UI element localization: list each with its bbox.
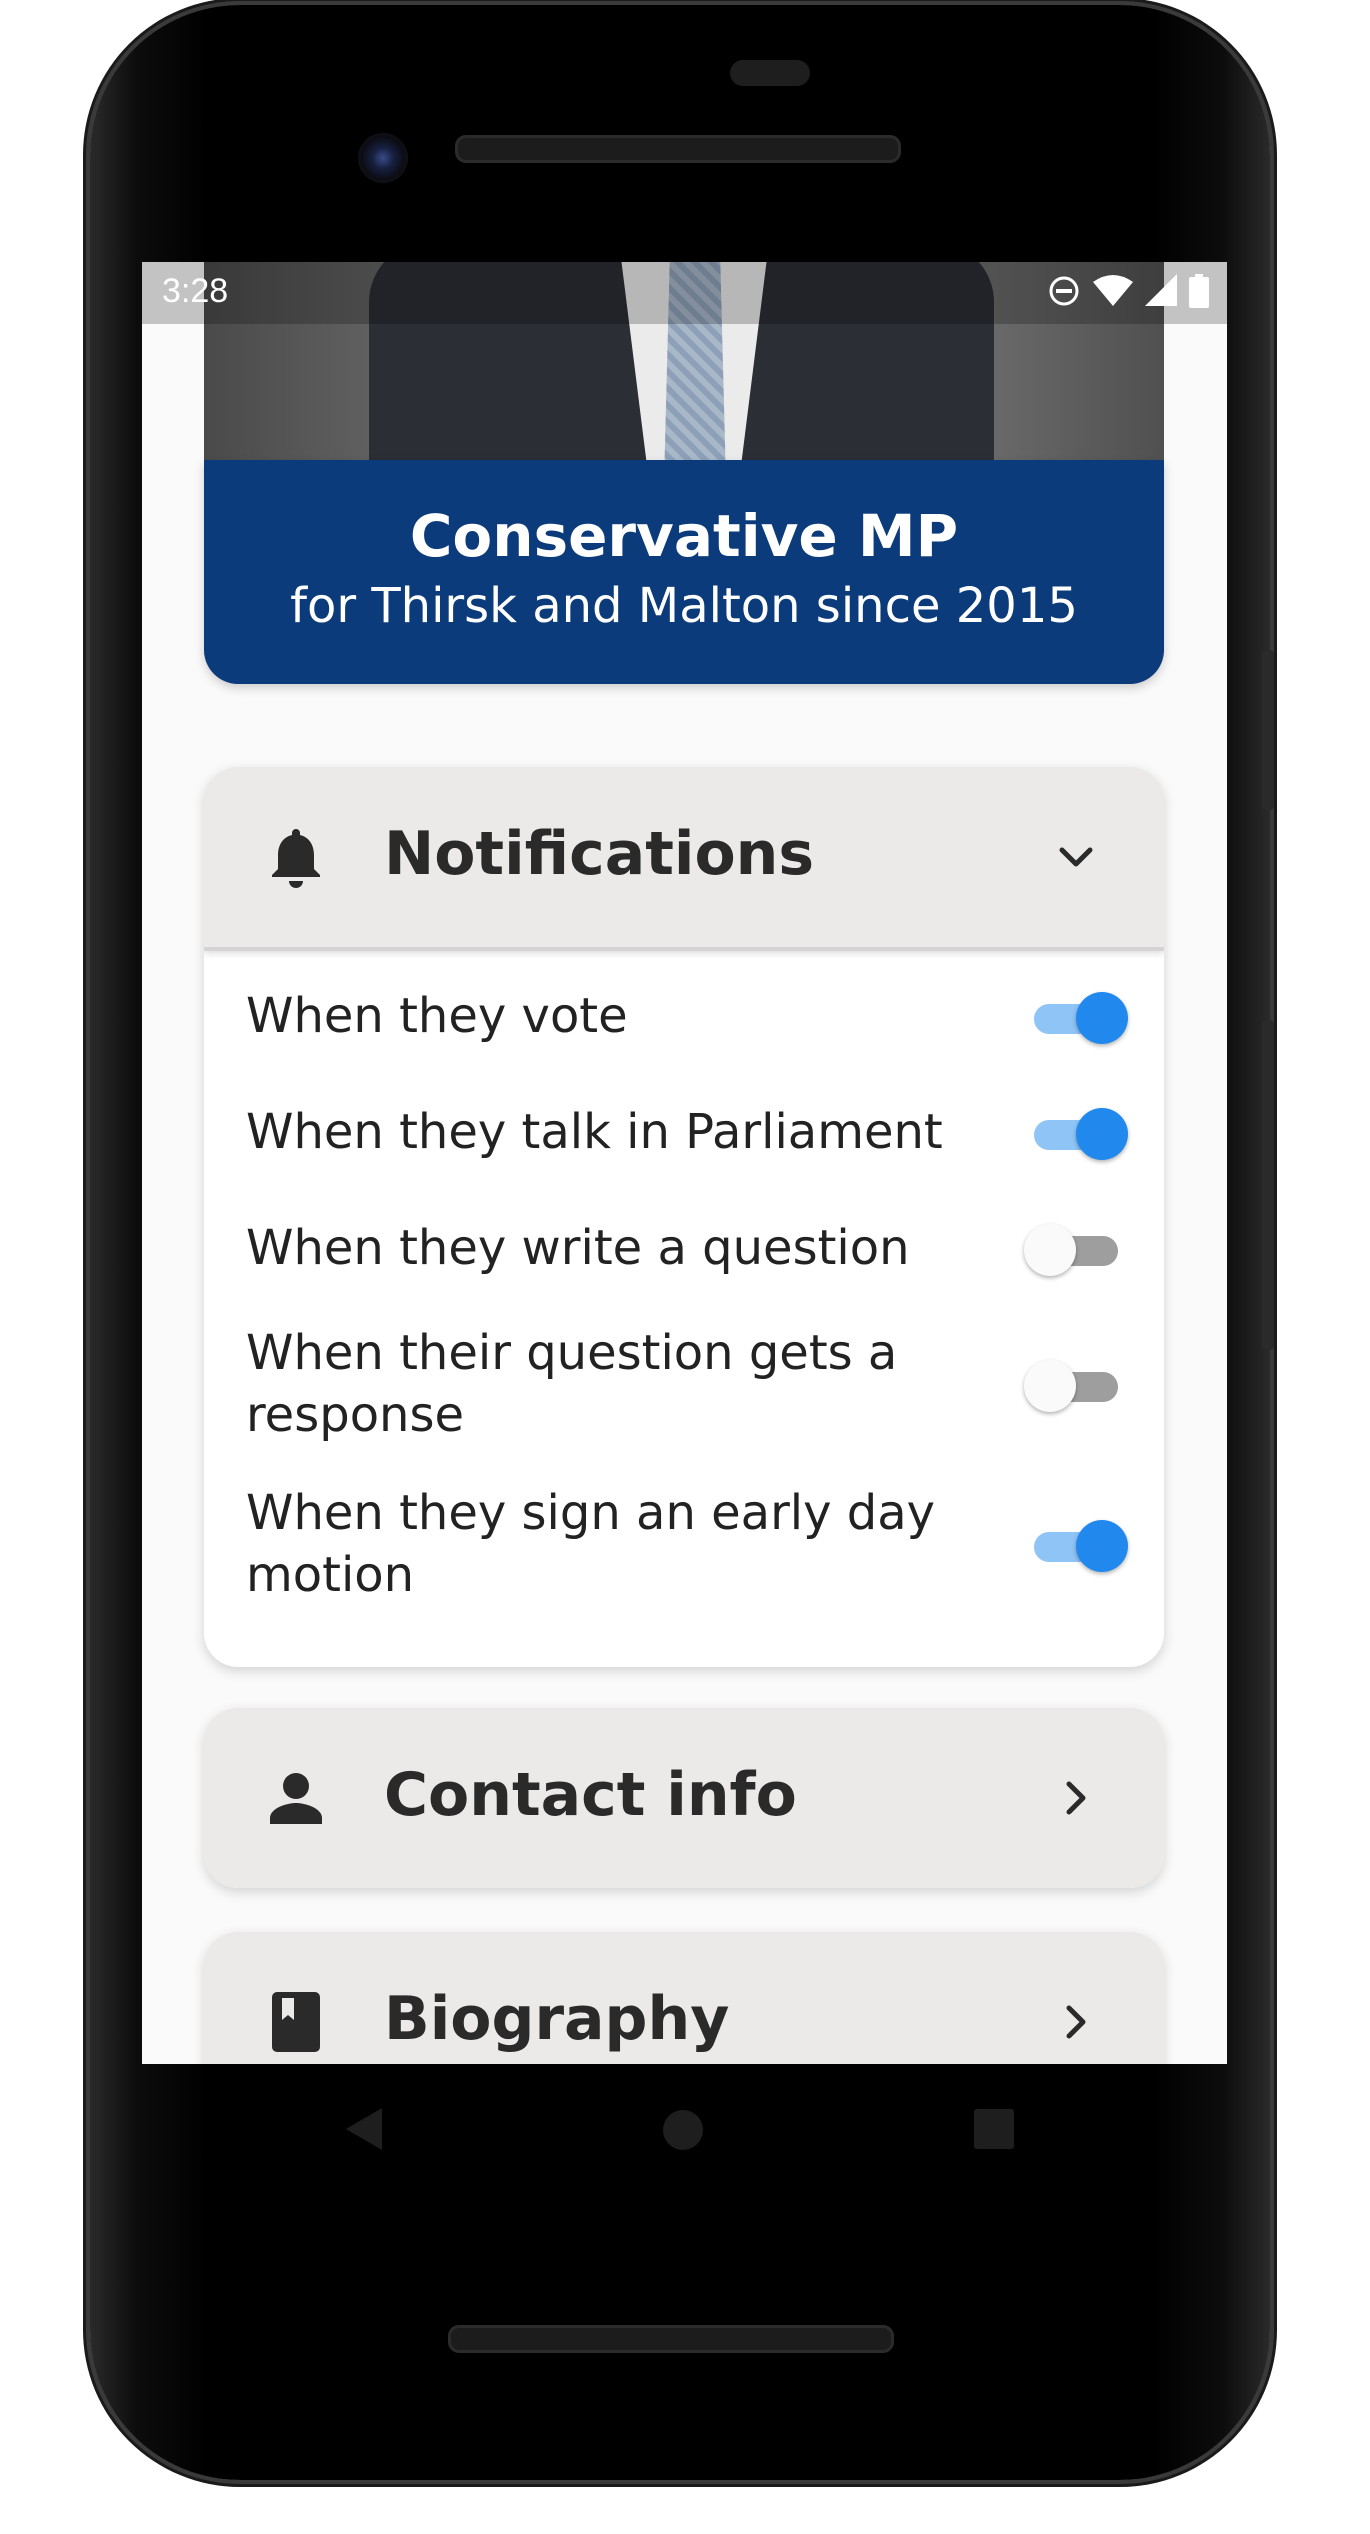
- notif-label-question: When they write a question: [246, 1220, 910, 1276]
- notif-row-talk[interactable]: When they talk in Parliament: [246, 1101, 1128, 1163]
- notifications-title: Notifications: [384, 819, 815, 889]
- top-speaker: [455, 135, 901, 163]
- biography-title: Biography: [384, 1984, 730, 2054]
- recents-icon[interactable]: [974, 2109, 1014, 2149]
- contact-info-header[interactable]: Contact info: [204, 1708, 1164, 1888]
- bell-icon: [272, 829, 320, 888]
- do-not-disturb-icon: [1049, 276, 1079, 306]
- status-bar: 3:28: [142, 262, 1227, 324]
- status-time: 3:28: [162, 272, 229, 310]
- contact-info-card[interactable]: Contact info: [204, 1708, 1164, 1888]
- app-screen: 3:28 Conservative MP for Thirsk and Malt…: [142, 262, 1227, 2064]
- chevron-right-icon[interactable]: [1054, 2000, 1098, 2044]
- signal-icon: [1145, 274, 1177, 306]
- banner-title: Conservative MP: [409, 502, 959, 570]
- toggle-vote[interactable]: [1026, 986, 1128, 1046]
- front-camera: [358, 133, 408, 183]
- bottom-speaker: [448, 2325, 894, 2353]
- mp-role-banner: Conservative MP for Thirsk and Malton si…: [204, 460, 1164, 684]
- toggle-talk[interactable]: [1026, 1102, 1128, 1162]
- notif-label-talk: When they talk in Parliament: [246, 1104, 943, 1160]
- notif-row-response[interactable]: When their question gets a response: [246, 1322, 1126, 1446]
- notifications-header[interactable]: Notifications: [204, 767, 1164, 951]
- toggle-question[interactable]: [1024, 1218, 1126, 1278]
- notif-row-vote[interactable]: When they vote: [246, 985, 1128, 1047]
- chevron-down-icon[interactable]: [1054, 835, 1098, 879]
- toggle-response[interactable]: [1024, 1354, 1126, 1414]
- notif-label-response: When their question gets a response: [246, 1325, 898, 1443]
- volume-button: [1262, 1020, 1274, 1350]
- power-button: [1262, 650, 1274, 810]
- toggle-edm[interactable]: [1026, 1514, 1128, 1574]
- back-icon[interactable]: [342, 2106, 386, 2152]
- chevron-right-icon[interactable]: [1054, 1776, 1098, 1820]
- contact-info-title: Contact info: [384, 1760, 797, 1830]
- wifi-icon: [1093, 275, 1133, 306]
- battery-icon: [1189, 274, 1209, 308]
- biography-header[interactable]: Biography: [204, 1932, 1164, 2064]
- notif-row-edm[interactable]: When they sign an early day motion: [246, 1482, 1128, 1606]
- notifications-card: Notifications When they vote When they t…: [204, 767, 1164, 1667]
- notif-label-edm: When they sign an early day motion: [246, 1485, 936, 1603]
- system-nav-bar: [142, 2064, 1227, 2194]
- notif-label-vote: When they vote: [246, 988, 628, 1044]
- book-icon: [272, 1992, 320, 2052]
- biography-card[interactable]: Biography: [204, 1932, 1164, 2064]
- top-sensor: [730, 60, 810, 86]
- notif-row-question[interactable]: When they write a question: [246, 1217, 1126, 1279]
- banner-subtitle: for Thirsk and Malton since 2015: [290, 578, 1078, 634]
- person-icon: [270, 1773, 322, 1824]
- home-icon[interactable]: [662, 2109, 704, 2151]
